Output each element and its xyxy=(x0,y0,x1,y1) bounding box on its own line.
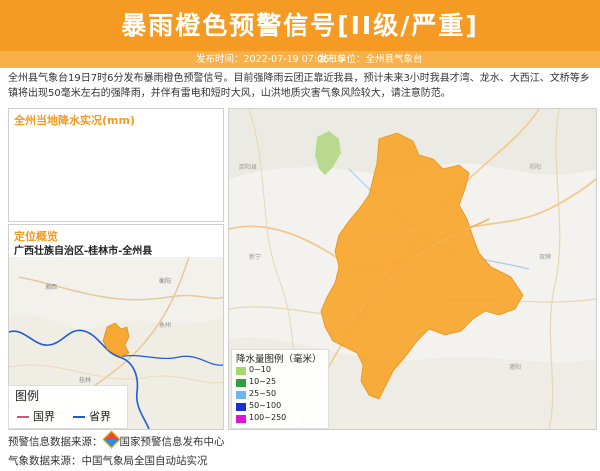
svg-text:祁阳: 祁阳 xyxy=(529,163,541,171)
rainfall-legend: 降水量图例（毫米） 0~10 10~25 25~50 50~100 100~250 xyxy=(231,349,329,429)
publish-unit: 发布单位：全州县气象台 xyxy=(318,54,423,65)
rainfall-legend-swatch xyxy=(236,403,246,411)
release-center-logo-icon xyxy=(101,430,121,449)
provincial-border-label: 省界 xyxy=(89,410,111,423)
rainfall-legend-label: 50~100 xyxy=(249,401,282,410)
border-legend-title: 图例 xyxy=(15,389,40,403)
rainfall-legend-label: 100~250 xyxy=(249,413,287,422)
provincial-border-swatch xyxy=(73,416,85,418)
warning-title: 暴雨橙色预警信号[II级/严重] xyxy=(121,11,479,40)
weather-source-line: 气象数据来源：中国气象局全国自动站实况 xyxy=(8,455,208,467)
rainfall-legend-label: 25~50 xyxy=(249,389,277,398)
svg-text:灌阳: 灌阳 xyxy=(509,363,521,371)
rainfall-panel: 全州当地降水实况(mm) xyxy=(8,108,224,222)
rainfall-legend-swatch xyxy=(236,415,246,423)
rainfall-panel-title: 全州当地降水实况(mm) xyxy=(14,114,135,127)
svg-text:湘西: 湘西 xyxy=(45,283,57,291)
rainfall-legend-title: 降水量图例（毫米） xyxy=(236,354,322,365)
svg-text:桂林: 桂林 xyxy=(79,376,91,384)
rainfall-legend-label: 0~10 xyxy=(249,365,271,374)
svg-text:永州: 永州 xyxy=(159,321,171,329)
warning-text: 全州县气象台19日7时6分发布暴雨橙色预警信号。目前强降雨云团正靠近我县，预计未… xyxy=(8,73,590,99)
warning-source-line: 预警信息数据来源： 国家预警信息发布中心 xyxy=(8,430,225,449)
svg-text:邵阳县: 邵阳县 xyxy=(239,163,257,171)
svg-text:双牌: 双牌 xyxy=(539,253,551,261)
warning-header: 暴雨橙色预警信号[II级/严重] xyxy=(0,0,600,51)
rainfall-legend-label: 10~25 xyxy=(249,377,277,386)
svg-text:衡阳: 衡阳 xyxy=(159,277,171,285)
border-legend: 图例 国界 省界 xyxy=(8,385,128,429)
national-border-swatch xyxy=(17,416,29,418)
warning-source-name[interactable]: 国家预警信息发布中心 xyxy=(120,436,225,448)
national-border-label: 国界 xyxy=(33,410,55,423)
publish-info-bar: 发布时间：2022-07-19 07:06:15 发布单位：全州县气象台 xyxy=(0,51,600,68)
rainfall-legend-swatch xyxy=(236,391,246,399)
rainfall-legend-swatch xyxy=(236,367,246,375)
rainfall-legend-swatch xyxy=(236,379,246,387)
warning-source-label: 预警信息数据来源： xyxy=(8,436,103,448)
location-path: 广西壮族自治区-桂林市-全州县 xyxy=(14,246,153,257)
svg-text:新宁: 新宁 xyxy=(249,253,261,261)
